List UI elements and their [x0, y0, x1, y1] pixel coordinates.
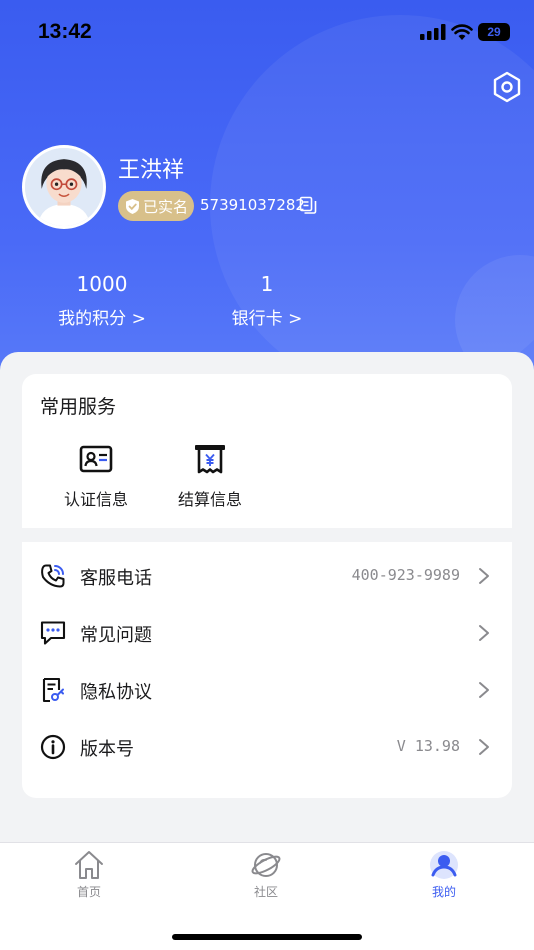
avatar[interactable]: [22, 145, 106, 229]
menu-label: 客服电话: [80, 568, 152, 589]
profile-icon: [430, 851, 458, 879]
service-label: 认证信息: [63, 490, 128, 509]
bank-card-stat[interactable]: 1 银行卡 >: [222, 272, 312, 329]
menu-label: 版本号: [80, 739, 134, 760]
user-id: 57391037282: [200, 196, 305, 214]
tab-label: 首页: [76, 885, 101, 899]
user-name: 王洪祥: [118, 158, 185, 183]
bank-card-label: 银行卡 >: [231, 309, 303, 329]
wifi-icon: [451, 24, 473, 40]
tab-mine[interactable]: 我的: [404, 849, 484, 900]
menu-list: 客服电话 400-923-9989 常见问题 隐私协议 版本号 V 13.98: [22, 542, 512, 798]
verified-label: 已实名: [143, 197, 189, 216]
menu-row-privacy[interactable]: 隐私协议: [22, 661, 512, 717]
service-label: 结算信息: [177, 490, 242, 509]
chat-icon: [40, 621, 66, 645]
points-value: 1000: [76, 272, 128, 296]
tab-home[interactable]: 首页: [49, 849, 129, 900]
info-icon: [40, 734, 66, 760]
status-time: 13:42: [38, 20, 92, 43]
service-auth-info[interactable]: 认证信息: [48, 442, 144, 510]
menu-row-customer-service[interactable]: 客服电话 400-923-9989: [22, 547, 512, 603]
menu-row-faq[interactable]: 常见问题: [22, 604, 512, 660]
copy-icon[interactable]: [298, 195, 318, 215]
chevron-right-icon: [479, 682, 489, 698]
settings-hex-icon[interactable]: [490, 70, 524, 104]
bank-card-value: 1: [260, 272, 274, 296]
menu-label: 隐私协议: [80, 682, 152, 703]
document-key-icon: [42, 677, 64, 703]
points-stat[interactable]: 1000 我的积分 >: [52, 272, 152, 329]
avatar-illustration: [25, 148, 103, 226]
battery-icon: 29: [478, 23, 510, 41]
home-indicator: [172, 934, 362, 940]
menu-row-version[interactable]: 版本号 V 13.98: [22, 718, 512, 774]
main-content: 常用服务 认证信息 结算信息 客服电话 400-923-9989 常见问题 隐私…: [0, 352, 534, 842]
verified-shield-icon: [126, 198, 139, 214]
id-card-icon: [79, 445, 113, 473]
menu-value: V 13.98: [396, 737, 460, 755]
tab-community[interactable]: 社区: [226, 849, 306, 900]
points-label: 我的积分 >: [58, 309, 146, 329]
chevron-right-icon: [479, 625, 489, 641]
planet-icon: [251, 853, 281, 877]
status-bar: 13:42 29: [0, 0, 534, 64]
menu-value: 400-923-9989: [351, 566, 460, 584]
tab-label: 我的: [431, 885, 456, 899]
chevron-right-icon: [479, 739, 489, 755]
service-settlement-info[interactable]: 结算信息: [162, 442, 258, 510]
services-card: 常用服务 认证信息 结算信息: [22, 374, 512, 528]
signal-icon: [420, 24, 446, 40]
home-icon: [75, 851, 103, 879]
receipt-icon: [195, 445, 225, 474]
tab-label: 社区: [253, 885, 278, 899]
phone-icon: [41, 564, 65, 588]
services-title: 常用服务: [40, 396, 117, 418]
menu-label: 常见问题: [80, 625, 152, 646]
chevron-right-icon: [479, 568, 489, 584]
verified-badge: 已实名: [118, 191, 194, 221]
